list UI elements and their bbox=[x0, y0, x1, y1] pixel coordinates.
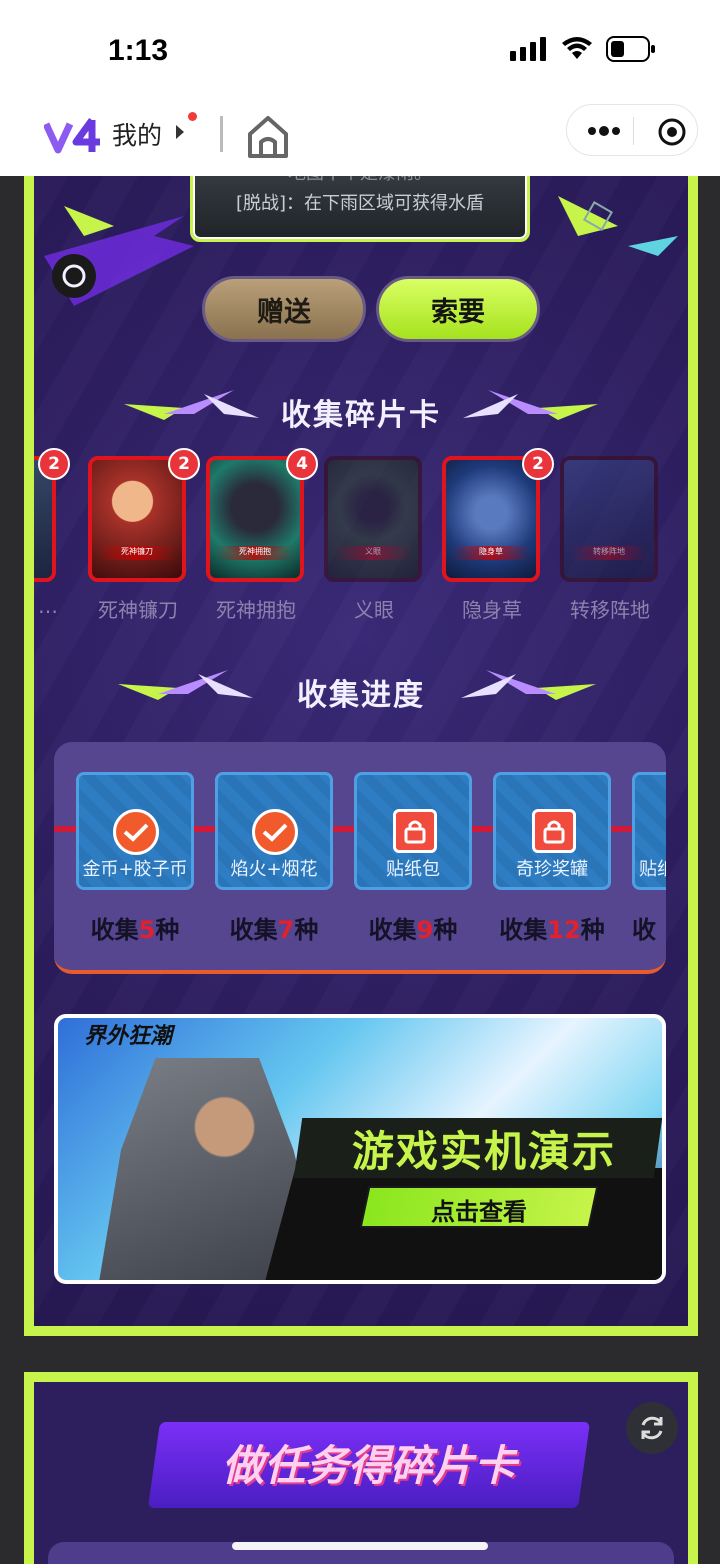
skill-hint-line: [脱战]：在下雨区域可获得水盾 bbox=[235, 193, 485, 214]
refresh-icon bbox=[641, 1416, 663, 1440]
reward-requirement: 收集9种 bbox=[368, 916, 458, 944]
lock-icon bbox=[393, 809, 437, 853]
tasks-title: 做任务得碎片卡 bbox=[221, 1441, 516, 1490]
fragment-collection-panel: 地图中个是漆雨。 [脱战]：在下雨区域可获得水盾 赠送 索要 收集碎片卡 2 …… bbox=[24, 176, 698, 1336]
banner-title: 游戏实机演示 bbox=[351, 1127, 616, 1176]
capsule-divider bbox=[633, 117, 634, 145]
fragment-card-image: 转移阵地 bbox=[560, 456, 658, 582]
reward-box: 焰火+烟花 bbox=[215, 772, 333, 890]
fragment-name: … bbox=[38, 594, 58, 618]
wifi-icon bbox=[562, 37, 592, 59]
fragment-card-caption: 死神拥抱 bbox=[216, 546, 294, 560]
collection-progress-box: 金币+胶子币 收集5种 焰火+烟花 收集7种 贴纸包 收集9种 奇珍奖罐 收集1… bbox=[54, 742, 666, 974]
home-indicator[interactable] bbox=[232, 1542, 488, 1550]
reward-box: 金币+胶子币 bbox=[76, 772, 194, 890]
fragment-name: 死神拥抱 bbox=[216, 598, 296, 622]
mine-link[interactable]: 我的 bbox=[112, 116, 162, 152]
refresh-button[interactable] bbox=[626, 1402, 678, 1454]
status-icons bbox=[510, 36, 656, 62]
progress-reward[interactable]: 焰火+烟花 收集7种 bbox=[215, 772, 333, 945]
check-icon bbox=[252, 809, 298, 855]
reward-label: 贴纸 bbox=[639, 859, 666, 880]
status-bar: 1:13 bbox=[0, 0, 720, 100]
fragment-name: 义眼 bbox=[354, 598, 394, 622]
graffiti-decoration-left bbox=[44, 206, 194, 306]
fragment-card-caption: 隐身草 bbox=[452, 546, 530, 560]
check-icon bbox=[113, 809, 159, 855]
fragment-card-caption: 转移阵地 bbox=[570, 546, 648, 560]
fragment-card[interactable]: 义眼 义眼 bbox=[324, 456, 424, 623]
graffiti-decoration-right bbox=[558, 196, 678, 256]
reward-box: 贴纸包 bbox=[354, 772, 472, 890]
fragment-card[interactable]: 转移阵地 转移阵地 bbox=[560, 456, 660, 623]
skill-desc-line: 地图中个是漆雨。 bbox=[193, 176, 527, 185]
gift-button[interactable]: 赠送 bbox=[202, 276, 366, 342]
reward-requirement: 收集12种 bbox=[499, 916, 605, 944]
fragment-card[interactable]: 死神镰刀 2 死神镰刀 bbox=[88, 448, 200, 623]
home-icon[interactable] bbox=[244, 112, 292, 160]
fragment-count-badge: 2 bbox=[38, 448, 70, 480]
progress-reward[interactable]: 贴纸 收 bbox=[632, 772, 666, 945]
fragment-card[interactable]: 2 … bbox=[34, 448, 70, 618]
signal-icon bbox=[510, 37, 546, 61]
close-miniprogram-icon[interactable] bbox=[657, 117, 687, 147]
lock-icon bbox=[532, 809, 576, 853]
mini-program-capsule bbox=[566, 104, 698, 156]
fragment-name: 隐身草 bbox=[462, 598, 522, 622]
more-icon[interactable] bbox=[587, 118, 621, 144]
fragment-card-caption: 死神镰刀 bbox=[98, 546, 176, 560]
fragment-card[interactable]: 死神拥抱 4 死神拥抱 bbox=[206, 448, 318, 623]
title-wing-right bbox=[463, 390, 598, 420]
ask-button[interactable]: 索要 bbox=[376, 276, 540, 342]
reward-label: 焰火+烟花 bbox=[230, 859, 318, 880]
reward-label: 贴纸包 bbox=[386, 859, 440, 880]
nav-divider bbox=[220, 116, 223, 152]
fragment-name: 转移阵地 bbox=[570, 598, 650, 622]
fragment-card-caption: 义眼 bbox=[334, 546, 412, 560]
notification-dot bbox=[188, 112, 197, 121]
fragment-count-badge: 4 bbox=[286, 448, 318, 480]
battery-icon bbox=[606, 36, 655, 62]
progress-reward[interactable]: 奇珍奖罐 收集12种 bbox=[493, 772, 611, 945]
reward-label: 奇珍奖罐 bbox=[516, 859, 588, 880]
gameplay-demo-banner[interactable]: 界外狂潮 游戏实机演示 点击查看 bbox=[54, 1014, 666, 1284]
reward-label: 金币+胶子币 bbox=[82, 859, 188, 880]
banner-cta[interactable]: 点击查看 bbox=[364, 1192, 594, 1227]
fragment-count-badge: 2 bbox=[522, 448, 554, 480]
reward-requirement: 收 bbox=[632, 916, 656, 944]
tasks-panel: 做任务得碎片卡 bbox=[24, 1372, 698, 1564]
reward-requirement: 收集7种 bbox=[229, 916, 319, 944]
reward-requirement: 收集5种 bbox=[90, 916, 180, 944]
v4-logo-icon[interactable] bbox=[44, 116, 106, 156]
fragment-name: 死神镰刀 bbox=[98, 598, 178, 622]
fragment-cards-row: 2 … 死神镰刀 2 死神镰刀 死神拥抱 4 死神拥抱 义眼 义眼 隐身草 2 … bbox=[34, 448, 688, 626]
reward-box: 贴纸 bbox=[632, 772, 666, 890]
fragment-card[interactable]: 隐身草 2 隐身草 bbox=[442, 448, 554, 623]
fragment-card-image: 义眼 bbox=[324, 456, 422, 582]
progress-reward[interactable]: 金币+胶子币 收集5种 bbox=[76, 772, 194, 945]
title-wing-right bbox=[461, 670, 596, 700]
reward-box: 奇珍奖罐 bbox=[493, 772, 611, 890]
status-time: 1:13 bbox=[108, 34, 169, 67]
progress-reward[interactable]: 贴纸包 收集9种 bbox=[354, 772, 472, 945]
fragment-count-badge: 2 bbox=[168, 448, 200, 480]
skill-video-card[interactable]: 地图中个是漆雨。 [脱战]：在下雨区域可获得水盾 bbox=[190, 176, 530, 242]
caret-right-icon bbox=[176, 125, 184, 139]
game-logo: 界外狂潮 bbox=[84, 1024, 173, 1049]
